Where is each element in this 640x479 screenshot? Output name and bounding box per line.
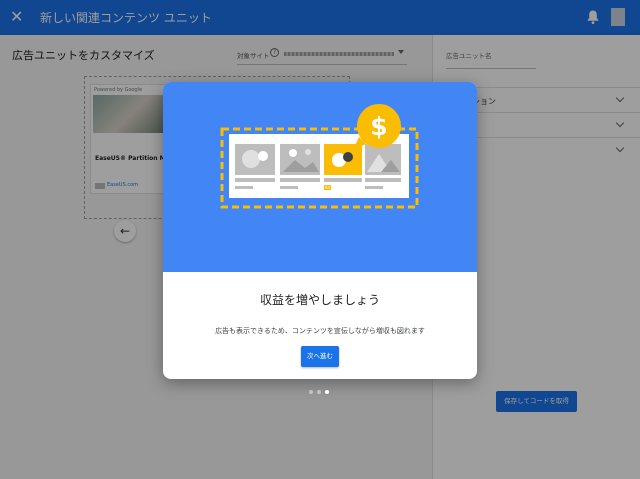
ad-badge: Ad (325, 185, 331, 190)
pager-dot[interactable] (317, 390, 321, 394)
dialog-description: 広告も表示できるため、コンテンツを宣伝しながら増収も図れます (215, 327, 425, 335)
onboarding-dialog: Ad $ 収益を増やしましょう 広告も表示できるため、コンテンツを宣伝しながら増… (163, 82, 477, 379)
pager-dot-active[interactable] (325, 390, 329, 394)
next-button[interactable]: 次へ進む (301, 346, 339, 367)
pager-dot[interactable] (309, 390, 313, 394)
dialog-hero: Ad $ (163, 82, 477, 272)
dialog-heading: 収益を増やしましょう (259, 293, 380, 307)
dollar-icon: $ (370, 112, 387, 141)
revenue-illustration: Ad $ (220, 104, 419, 209)
